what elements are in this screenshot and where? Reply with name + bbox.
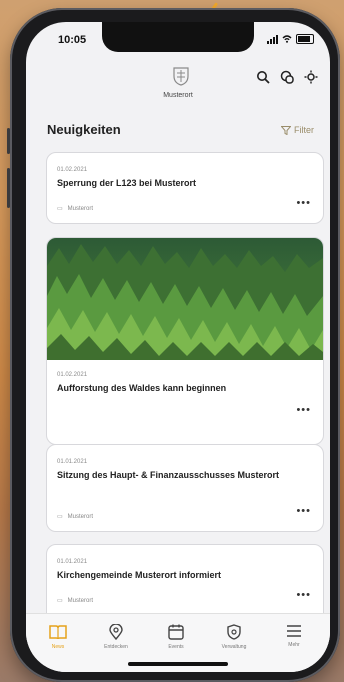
status-time: 10:05 <box>58 34 87 46</box>
shield-icon <box>227 624 241 640</box>
phone-side-button <box>7 168 10 208</box>
news-card[interactable]: 01.02.2021 Sperrung der L123 bei Mustero… <box>46 152 324 224</box>
filter-button[interactable]: Filter <box>281 125 314 135</box>
news-date: 01.01.2021 <box>57 459 88 465</box>
news-title: Kirchengemeinde Musterort informiert <box>57 570 222 580</box>
location-tag-icon: ▭ <box>57 206 63 212</box>
news-card[interactable]: 01.02.2021 Aufforstung des Waldes kann b… <box>46 237 324 445</box>
search-icon[interactable] <box>256 70 270 84</box>
news-title: Sitzung des Haupt- & Finanzausschusses M… <box>57 470 280 480</box>
tab-label: Mehr <box>288 642 300 648</box>
more-options-icon[interactable]: ••• <box>296 589 311 601</box>
header-actions <box>256 70 318 84</box>
more-options-icon[interactable]: ••• <box>296 505 311 517</box>
section-title: Neuigkeiten <box>47 122 121 137</box>
tab-label: Verwaltung <box>221 644 247 650</box>
news-location: ▭ Musterort <box>57 597 94 605</box>
phone-side-button <box>7 128 10 154</box>
news-title: Aufforstung des Waldes kann beginnen <box>57 383 227 393</box>
tab-label: Entdecken <box>104 644 128 650</box>
battery-icon <box>296 34 314 44</box>
news-location-label: Musterort <box>67 205 94 212</box>
status-bar: 10:05 <box>26 32 330 50</box>
wifi-icon <box>282 35 292 43</box>
news-location-label: Musterort <box>67 513 94 520</box>
news-card[interactable]: 01.01.2021 Sitzung des Haupt- & Finanzau… <box>46 444 324 532</box>
tab-news[interactable]: News <box>38 624 78 650</box>
app-header: Musterort <box>26 62 330 110</box>
menu-icon <box>287 625 301 637</box>
chat-icon[interactable] <box>280 70 294 84</box>
news-date: 01.01.2021 <box>57 559 88 565</box>
town-name: Musterort <box>163 92 193 99</box>
tab-verwaltung[interactable]: Verwaltung <box>214 624 254 650</box>
tab-events[interactable]: Events <box>156 624 196 650</box>
location-tag-icon: ▭ <box>57 598 63 604</box>
more-options-icon[interactable]: ••• <box>296 404 311 416</box>
news-location: ▭ Musterort <box>57 205 94 213</box>
town-crest-icon <box>173 67 189 86</box>
bottom-tab-bar: News Entdecken Events Verwaltung Mehr <box>26 613 330 672</box>
tab-label: Events <box>168 644 184 650</box>
news-title: Sperrung der L123 bei Musterort <box>57 178 197 188</box>
forest-image <box>47 238 323 360</box>
filter-label: Filter <box>294 125 314 135</box>
location-tag-icon: ▭ <box>57 514 63 520</box>
signal-icon <box>267 34 278 44</box>
status-icons <box>267 34 314 44</box>
home-indicator <box>128 662 228 666</box>
location-pin-icon <box>109 624 123 640</box>
weather-icon[interactable] <box>304 70 318 84</box>
app-screen: 10:05 Musterort Neuigkeiten Filter 01.02… <box>26 22 330 672</box>
news-location: ▭ Musterort <box>57 513 94 521</box>
filter-icon <box>281 125 291 135</box>
tab-entdecken[interactable]: Entdecken <box>96 624 136 650</box>
tab-mehr[interactable]: Mehr <box>274 624 314 648</box>
news-date: 01.02.2021 <box>57 372 88 378</box>
calendar-icon <box>168 624 184 640</box>
more-options-icon[interactable]: ••• <box>296 197 311 209</box>
news-location-label: Musterort <box>67 597 94 604</box>
news-date: 01.02.2021 <box>57 167 88 173</box>
news-icon <box>49 625 67 640</box>
tab-label: News <box>51 644 65 650</box>
